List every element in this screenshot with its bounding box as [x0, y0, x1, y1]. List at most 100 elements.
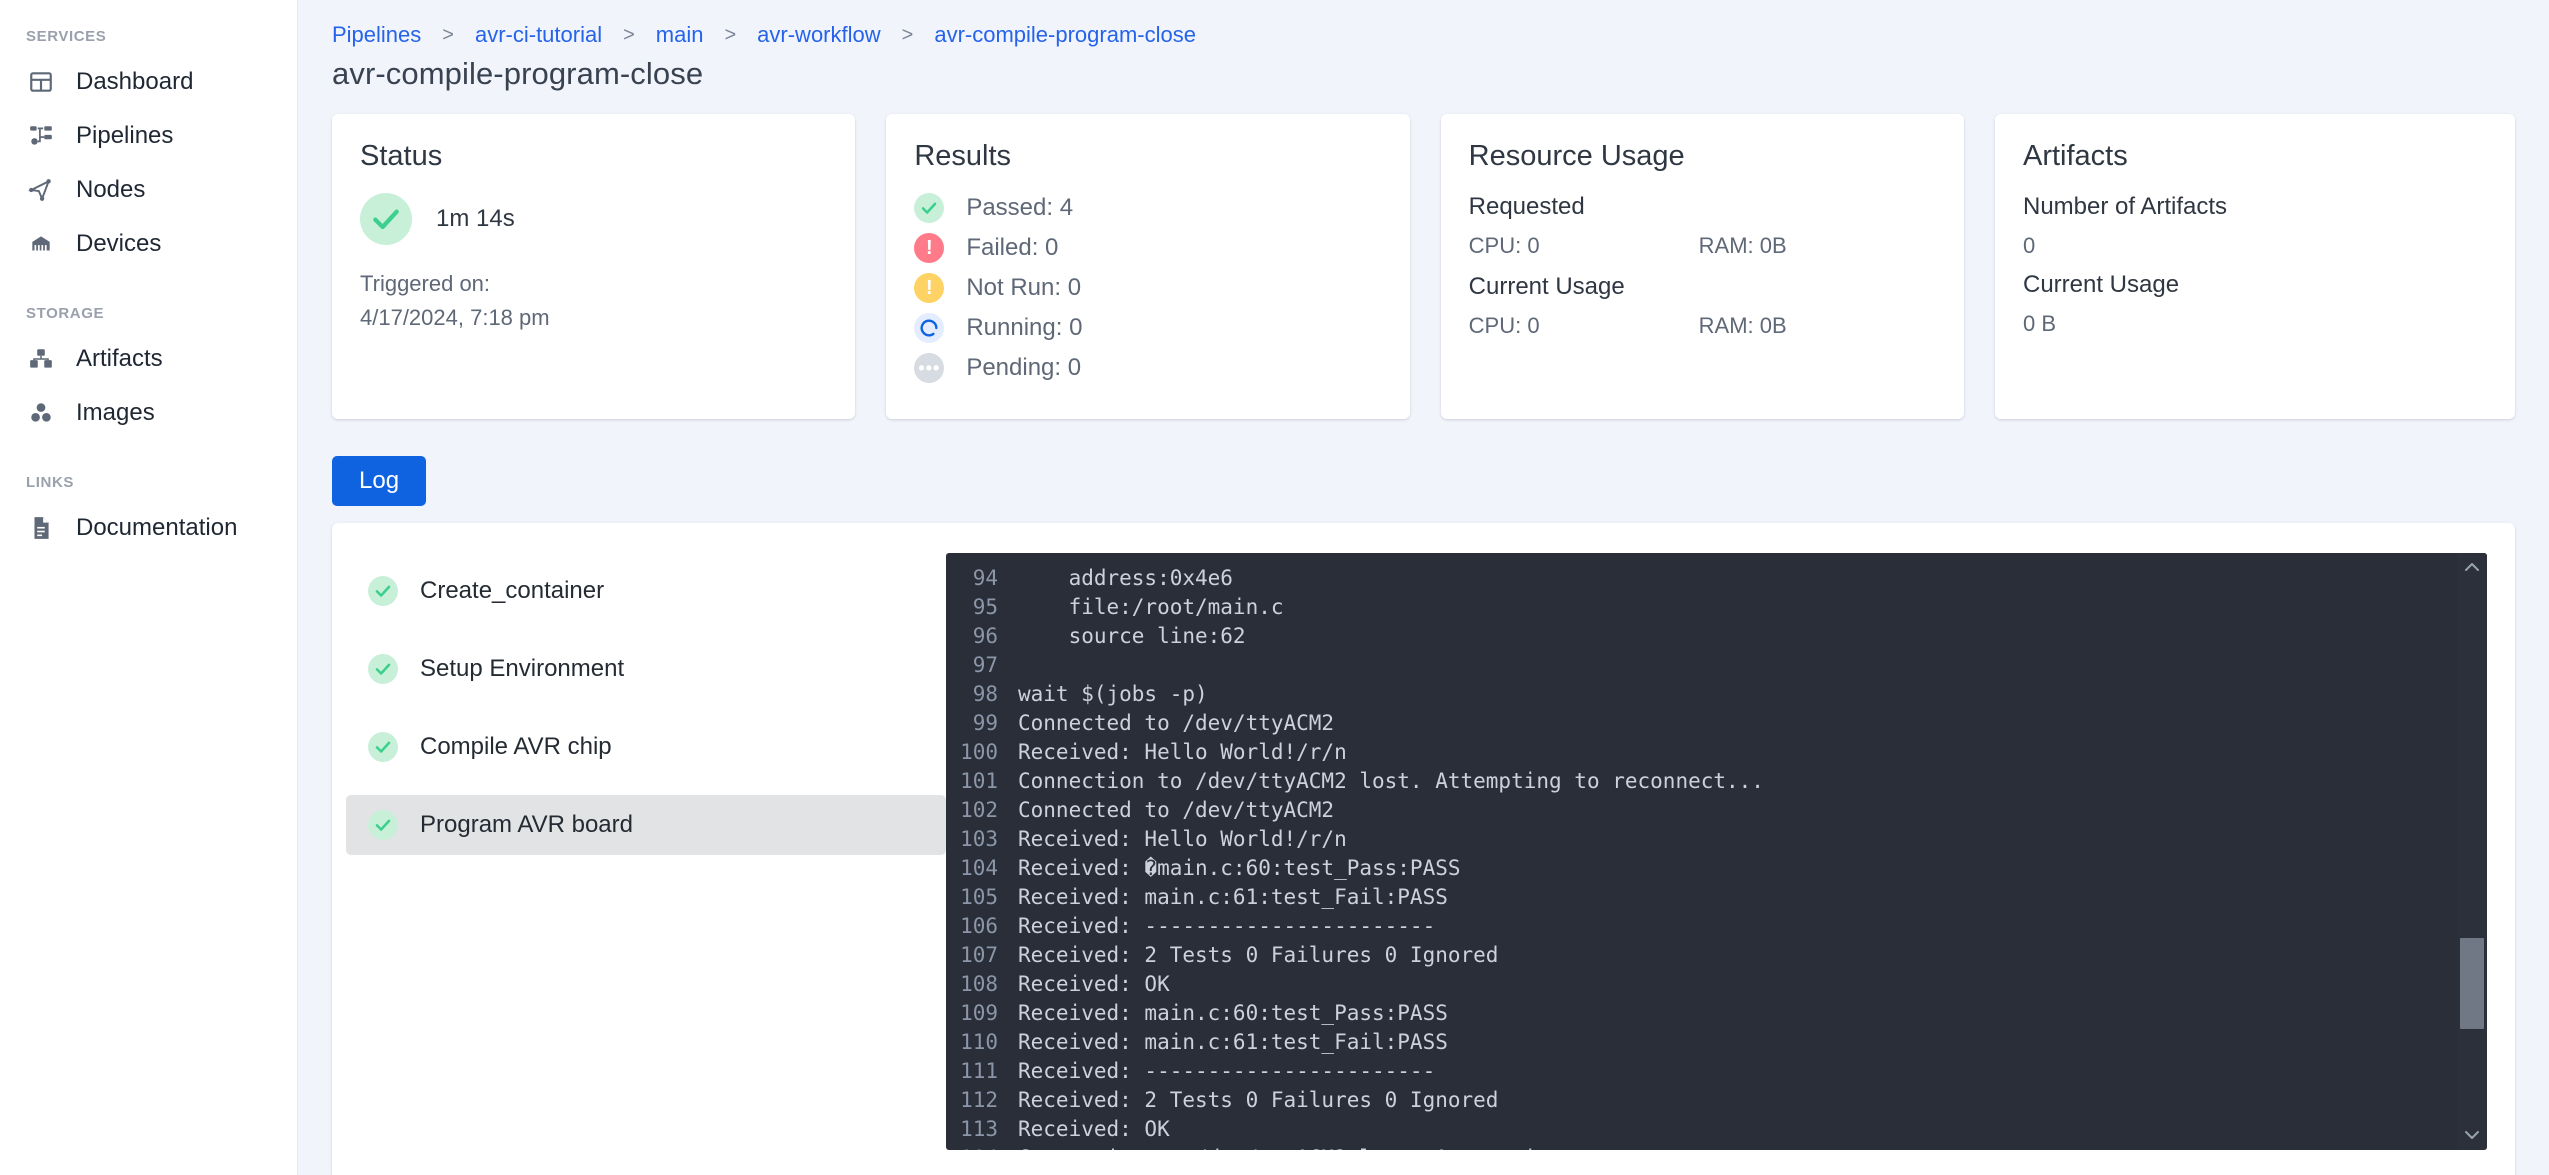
steps-list: Create_container Setup Environment Compi…	[346, 553, 946, 1150]
triggered-on-value: 4/17/2024, 7:18 pm	[360, 305, 550, 331]
sidebar: SERVICES Dashboard Pipelines Nodes Devic…	[0, 0, 298, 1175]
log-line-number: 107	[960, 942, 998, 967]
log-line-text: Received: main.c:61:test_Fail:PASS	[1018, 884, 1448, 909]
breadcrumb-item-avr-workflow[interactable]: avr-workflow	[757, 22, 880, 48]
log-line-text: Received: Hello World!/r/n	[1018, 739, 1347, 764]
log-line-text: source line:62	[1018, 623, 1246, 648]
log-line: 95 file:/root/main.c	[946, 592, 2457, 621]
log-line-number: 109	[960, 1000, 998, 1025]
log-line-number: 112	[960, 1087, 998, 1112]
resource-usage-card-title: Resource Usage	[1468, 140, 1685, 172]
log-button[interactable]: Log	[332, 456, 427, 506]
result-label-pending: Pending: 0	[966, 354, 1082, 381]
result-label-running: Running: 0	[966, 314, 1083, 341]
sidebar-item-nodes[interactable]: Nodes	[0, 163, 297, 217]
log-line-text: Received: -----------------------	[1018, 1058, 1436, 1083]
log-line-number: 103	[960, 826, 998, 851]
breadcrumb-item-main[interactable]: main	[656, 22, 704, 48]
requested-ram-value: RAM: 0B	[1698, 233, 1787, 258]
requested-label: Requested	[1468, 193, 1585, 220]
breadcrumb-item-pipelines[interactable]: Pipelines	[332, 22, 421, 48]
breadcrumb-item-avr-compile-program-close[interactable]: avr-compile-program-close	[934, 22, 1196, 48]
log-line: 114Connection to /dev/ttyACM2 lost. Atte…	[946, 1143, 2457, 1151]
log-line-text: Connected to /dev/ttyACM2	[1018, 710, 1335, 735]
sidebar-item-artifacts[interactable]: Artifacts	[0, 332, 297, 386]
status-summary-row: 1m 14s	[360, 193, 827, 245]
log-line: 105 Received: main.c:61:test_Fail:PASS	[946, 882, 2457, 911]
sidebar-item-pipelines-label: Pipelines	[76, 122, 174, 149]
log-line: 110 Received: main.c:61:test_Fail:PASS	[946, 1027, 2457, 1056]
log-line-text: Received: 2 Tests 0 Failures 0 Ignored	[1018, 1087, 1499, 1112]
sidebar-item-pipelines[interactable]: Pipelines	[0, 109, 297, 163]
check-circle-icon	[368, 654, 398, 684]
scroll-up-icon[interactable]	[2465, 553, 2479, 582]
log-line: 102 Connected to /dev/ttyACM2	[946, 795, 2457, 824]
result-row-pending: ••• Pending: 0	[914, 353, 1381, 383]
log-line-number: 105	[960, 884, 998, 909]
page-title: avr-compile-program-close	[332, 56, 704, 91]
log-line-text: wait $(jobs -p)	[1018, 681, 1208, 706]
sidebar-item-dashboard[interactable]: Dashboard	[0, 55, 297, 109]
log-line-text: Received: main.c:61:test_Fail:PASS	[1018, 1029, 1448, 1054]
step-item-program-avr-board[interactable]: Program AVR board	[346, 795, 946, 855]
log-line-number: 100	[960, 739, 998, 764]
sidebar-item-artifacts-label: Artifacts	[76, 345, 163, 372]
scrollbar-track[interactable]	[2457, 582, 2487, 1121]
sidebar-section-storage-label: STORAGE	[26, 305, 105, 322]
ellipsis-circle-icon: •••	[914, 353, 945, 383]
sidebar-item-devices[interactable]: Devices	[0, 217, 297, 271]
exclamation-circle-icon: !	[914, 233, 945, 263]
sidebar-item-nodes-label: Nodes	[76, 176, 146, 203]
log-line-text: Received: -----------------------	[1018, 913, 1436, 938]
log-line-text: Received: �main.c:60:test_Pass:PASS	[1018, 855, 1461, 880]
results-card-title: Results	[914, 140, 1012, 172]
artifacts-card: Artifacts Number of Artifacts 0 Current …	[1994, 114, 2515, 419]
status-duration: 1m 14s	[436, 205, 515, 232]
log-line-number: 110	[960, 1029, 998, 1054]
log-line-text: Connected to /dev/ttyACM2	[1018, 797, 1335, 822]
sidebar-item-images[interactable]: Images	[0, 386, 297, 440]
current-cpu-value: CPU: 0	[1468, 313, 1540, 338]
log-line-number: 114	[946, 1146, 1018, 1151]
sidebar-item-documentation[interactable]: Documentation	[0, 501, 297, 555]
breadcrumb-item-avr-ci-tutorial[interactable]: avr-ci-tutorial	[475, 22, 602, 48]
scrollbar-thumb[interactable]	[2460, 937, 2484, 1030]
log-line: 100 Received: Hello World!/r/n	[946, 737, 2457, 766]
log-line-number: 104	[960, 855, 998, 880]
spinner-icon	[914, 313, 945, 343]
log-line: 99 Connected to /dev/ttyACM2	[946, 708, 2457, 737]
log-line: 112 Received: 2 Tests 0 Failures 0 Ignore…	[946, 1085, 2457, 1114]
log-line: 109 Received: main.c:60:test_Pass:PASS	[946, 998, 2457, 1027]
scroll-down-icon[interactable]	[2465, 1121, 2479, 1150]
number-of-artifacts-label: Number of Artifacts	[2022, 193, 2228, 220]
log-line-number: 108	[960, 971, 998, 996]
requested-cpu-value: CPU: 0	[1468, 233, 1540, 258]
log-line: 104 Received: �main.c:60:test_Pass:PASS	[946, 853, 2457, 882]
step-label: Program AVR board	[420, 811, 633, 838]
log-line: 97	[946, 650, 2457, 679]
step-item-setup-environment[interactable]: Setup Environment	[346, 639, 946, 699]
log-line: 96 source line:62	[946, 621, 2457, 650]
step-item-create-container[interactable]: Create_container	[346, 561, 946, 621]
check-circle-icon	[914, 193, 945, 223]
log-line-number: 106	[960, 913, 998, 938]
log-line: 101 Connection to /dev/ttyACM2 lost. Atte…	[946, 766, 2457, 795]
log-scrollbar[interactable]	[2457, 553, 2487, 1150]
step-item-compile-avr-chip[interactable]: Compile AVR chip	[346, 717, 946, 777]
log-line: 113 Received: OK	[946, 1114, 2457, 1143]
result-row-failed: ! Failed: 0	[914, 233, 1381, 263]
sidebar-item-documentation-label: Documentation	[76, 514, 238, 541]
requested-values-row: CPU: 0 RAM: 0B	[1469, 233, 1936, 259]
result-row-not-run: ! Not Run: 0	[914, 273, 1381, 303]
main-content: Pipelines > avr-ci-tutorial > main > avr…	[298, 0, 2549, 1175]
number-of-artifacts-value: 0	[2022, 233, 2036, 258]
artifacts-card-title: Artifacts	[2022, 140, 2128, 172]
log-line: 103 Received: Hello World!/r/n	[946, 824, 2457, 853]
log-line-text: Received: OK	[1018, 971, 1170, 996]
artifacts-current-usage-value: 0 B	[2022, 311, 2057, 336]
current-usage-label: Current Usage	[1468, 273, 1625, 300]
sidebar-section-services-label: SERVICES	[26, 28, 107, 45]
breadcrumb: Pipelines > avr-ci-tutorial > main > avr…	[332, 22, 2515, 48]
log-terminal[interactable]: 94 address:0x4e6 95 file:/root/main.c 96 s…	[946, 553, 2487, 1150]
